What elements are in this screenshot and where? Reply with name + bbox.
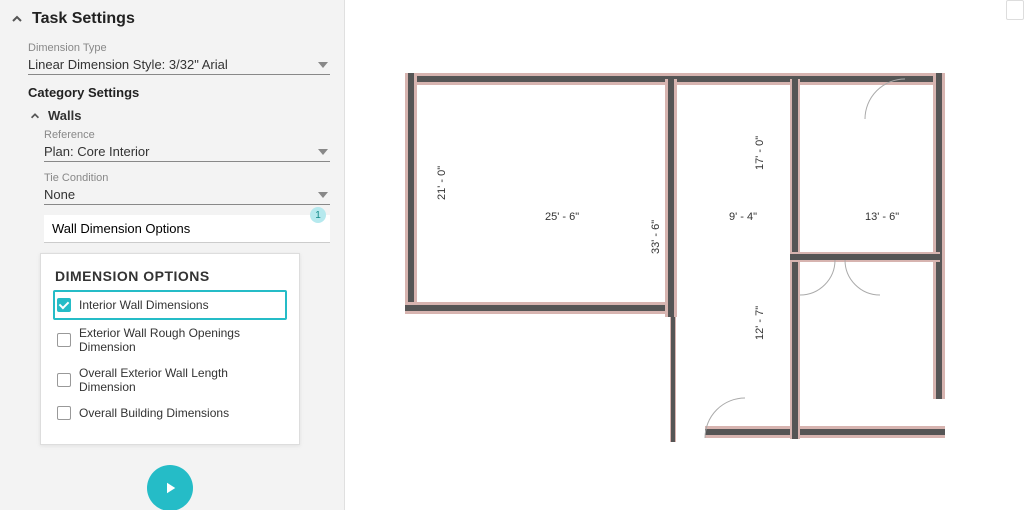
checkbox-icon[interactable] <box>57 373 71 387</box>
dimension-type-select[interactable]: Linear Dimension Style: 3/32" Arial <box>28 55 330 75</box>
dim-h-top-left: 25' - 6" <box>545 211 579 223</box>
category-settings-heading: Category Settings <box>28 85 330 100</box>
wall-dimension-options-input[interactable] <box>44 215 330 243</box>
wall-dimension-options-row: 1 <box>44 215 330 243</box>
run-button[interactable] <box>147 465 193 510</box>
reference-select[interactable]: Plan: Core Interior <box>44 142 330 162</box>
floor-plan-canvas[interactable]: 21' - 0" 25' - 6" 9' - 4" 13' - 6" 17' -… <box>345 0 1024 510</box>
tie-condition-label: Tie Condition <box>44 172 330 184</box>
dim-v-right-bot: 12' - 7" <box>754 306 766 340</box>
dimension-option-row[interactable]: Overall Exterior Wall Length Dimension <box>55 360 285 400</box>
dimension-option-label: Interior Wall Dimensions <box>79 298 209 312</box>
tie-condition-select[interactable]: None <box>44 185 330 205</box>
dimension-option-label: Overall Exterior Wall Length Dimension <box>79 366 283 394</box>
dimension-type-value: Linear Dimension Style: 3/32" Arial <box>28 57 228 72</box>
panel-title: Task Settings <box>32 10 135 28</box>
walls-heading-text: Walls <box>48 108 81 123</box>
play-wrap <box>10 445 330 510</box>
checkbox-icon[interactable] <box>57 333 71 347</box>
dimension-type-label: Dimension Type <box>28 42 330 54</box>
dim-h-top-mid: 9' - 4" <box>729 211 757 223</box>
dimension-option-label: Overall Building Dimensions <box>79 406 229 420</box>
task-settings-panel: Task Settings Dimension Type Linear Dime… <box>0 0 345 510</box>
dimension-options-title: DIMENSION OPTIONS <box>55 268 285 284</box>
dimension-option-label: Exterior Wall Rough Openings Dimension <box>79 326 283 354</box>
dimension-type-field: Dimension Type Linear Dimension Style: 3… <box>28 42 330 75</box>
exterior-walls <box>405 73 945 442</box>
reference-value: Plan: Core Interior <box>44 144 150 159</box>
dimension-option-row[interactable]: Exterior Wall Rough Openings Dimension <box>55 320 285 360</box>
collapse-chevron-icon[interactable] <box>10 12 24 26</box>
corner-widget[interactable] <box>1006 0 1024 20</box>
chevron-down-icon <box>318 62 328 68</box>
chevron-down-icon <box>318 149 328 155</box>
dimension-options-dropdown: DIMENSION OPTIONS Interior Wall Dimensio… <box>40 253 300 445</box>
dim-v-center: 33' - 6" <box>650 220 662 254</box>
dimension-option-row[interactable]: Interior Wall Dimensions <box>53 290 287 320</box>
tie-condition-value: None <box>44 187 75 202</box>
dimension-option-row[interactable]: Overall Building Dimensions <box>55 400 285 426</box>
dim-v-right-top: 17' - 0" <box>754 136 766 170</box>
panel-header: Task Settings <box>10 10 330 28</box>
reference-field: Reference Plan: Core Interior <box>44 129 330 162</box>
dim-v-left: 21' - 0" <box>436 166 448 200</box>
chevron-down-icon <box>318 192 328 198</box>
dim-h-top-right: 13' - 6" <box>865 211 899 223</box>
checkbox-icon[interactable] <box>57 298 71 312</box>
walls-collapse-header[interactable]: Walls <box>28 108 330 123</box>
reference-label: Reference <box>44 129 330 141</box>
tie-condition-field: Tie Condition None <box>44 172 330 205</box>
checkbox-icon[interactable] <box>57 406 71 420</box>
play-icon <box>161 479 179 497</box>
chevron-up-icon <box>28 109 42 123</box>
options-count-badge: 1 <box>310 207 326 223</box>
